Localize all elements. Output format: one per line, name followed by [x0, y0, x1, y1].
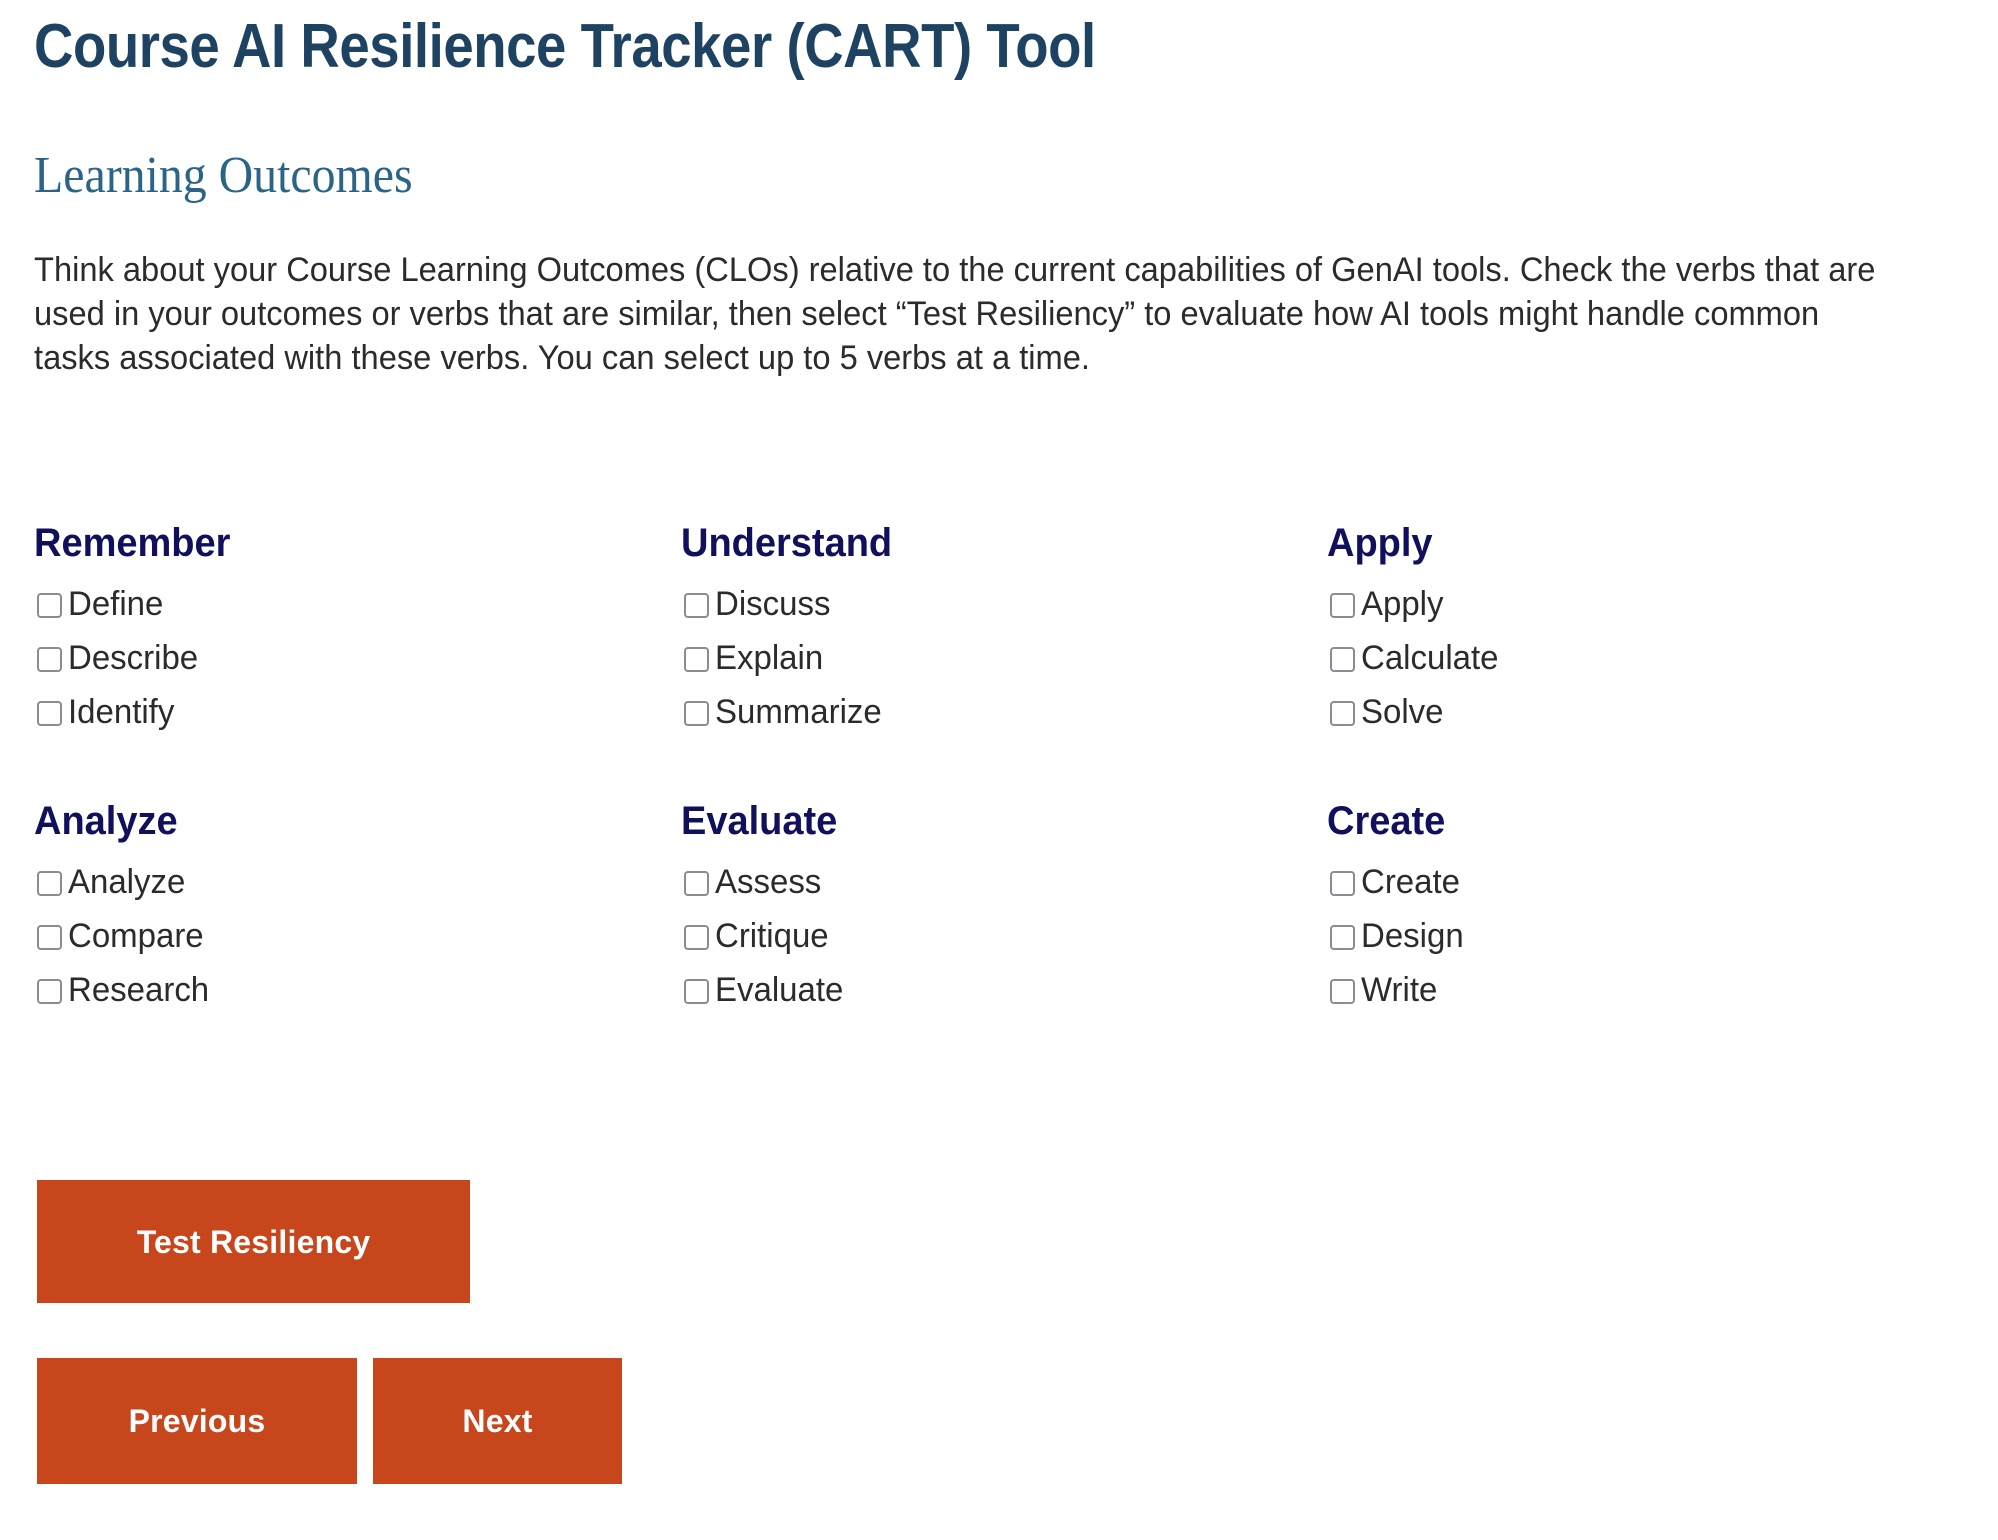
verb-checkbox-row[interactable]: Discuss	[681, 577, 1328, 631]
previous-button[interactable]: Previous	[37, 1358, 357, 1484]
verb-checkbox-row[interactable]: Solve	[1327, 685, 1974, 739]
checkbox-summarize[interactable]	[683, 700, 709, 726]
verb-label: Identify	[68, 693, 175, 731]
verb-label: Compare	[68, 917, 204, 955]
verb-checkbox-row[interactable]: Analyze	[34, 855, 681, 909]
checkbox-research[interactable]	[37, 978, 62, 1004]
verb-checkbox-row[interactable]: Design	[1327, 909, 1974, 963]
verb-checkbox-row[interactable]: Describe	[34, 631, 681, 685]
verb-checkbox-row[interactable]: Critique	[681, 909, 1328, 963]
verb-group-evaluate: Evaluate Assess Critique Evaluate	[681, 801, 1328, 1017]
checkbox-evaluate[interactable]	[683, 978, 709, 1004]
checkbox-create[interactable]	[1330, 870, 1356, 896]
checkbox-identify[interactable]	[37, 700, 62, 726]
verb-label: Discuss	[714, 585, 831, 623]
verb-label: Solve	[1361, 693, 1444, 731]
verb-label: Critique	[714, 917, 829, 955]
test-resiliency-button[interactable]: Test Resiliency	[37, 1180, 470, 1303]
page-title: Course AI Resilience Tracker (CART) Tool	[34, 12, 1096, 81]
checkbox-define[interactable]	[37, 592, 62, 618]
checkbox-assess[interactable]	[683, 870, 709, 896]
verb-group-remember: Remember Define Describe Identify	[34, 523, 681, 739]
verb-group-heading: Remember	[34, 521, 231, 565]
verb-label: Analyze	[68, 863, 186, 901]
verb-checkbox-row[interactable]: Define	[34, 577, 681, 631]
verb-label: Research	[68, 971, 210, 1009]
verb-checkbox-row[interactable]: Calculate	[1327, 631, 1974, 685]
next-button[interactable]: Next	[373, 1358, 622, 1484]
verb-group-create: Create Create Design Write	[1327, 801, 1974, 1017]
verb-checkbox-row[interactable]: Summarize	[681, 685, 1328, 739]
verb-checkbox-row[interactable]: Evaluate	[681, 963, 1328, 1017]
checkbox-describe[interactable]	[37, 646, 62, 672]
verb-group-heading: Evaluate	[680, 799, 837, 843]
section-heading-learning-outcomes: Learning Outcomes	[34, 147, 413, 204]
verb-label: Explain	[714, 639, 823, 677]
verb-checkbox-row[interactable]: Assess	[681, 855, 1328, 909]
verb-label: Create	[1361, 863, 1461, 901]
checkbox-discuss[interactable]	[683, 592, 709, 618]
checkbox-critique[interactable]	[683, 924, 709, 950]
checkbox-explain[interactable]	[683, 646, 709, 672]
verb-label: Assess	[714, 863, 821, 901]
checkbox-analyze[interactable]	[37, 870, 62, 896]
verb-label: Apply	[1361, 585, 1444, 623]
verb-checkbox-row[interactable]: Identify	[34, 685, 681, 739]
checkbox-compare[interactable]	[37, 924, 62, 950]
verb-group-analyze: Analyze Analyze Compare Research	[34, 801, 681, 1017]
verb-checkbox-row[interactable]: Write	[1327, 963, 1974, 1017]
verb-group-heading: Analyze	[34, 799, 178, 843]
verb-group-heading: Apply	[1327, 521, 1433, 565]
verb-label: Evaluate	[714, 971, 844, 1009]
verb-label: Summarize	[714, 693, 882, 731]
verb-selection-grid: Remember Define Describe Identify Understand…	[34, 523, 1974, 1017]
verb-checkbox-row[interactable]: Research	[34, 963, 681, 1017]
verb-label: Write	[1361, 971, 1438, 1009]
verb-group-understand: Understand Discuss Explain Summarize	[681, 523, 1328, 739]
verb-group-apply: Apply Apply Calculate Solve	[1327, 523, 1974, 739]
verb-checkbox-row[interactable]: Compare	[34, 909, 681, 963]
verb-group-heading: Understand	[680, 521, 892, 565]
verb-checkbox-row[interactable]: Apply	[1327, 577, 1974, 631]
checkbox-solve[interactable]	[1330, 700, 1356, 726]
verb-label: Calculate	[1361, 639, 1499, 677]
verb-label: Design	[1361, 917, 1464, 955]
verb-label: Define	[68, 585, 164, 623]
checkbox-design[interactable]	[1330, 924, 1356, 950]
verb-label: Describe	[68, 639, 199, 677]
verb-group-heading: Create	[1327, 799, 1446, 843]
verb-checkbox-row[interactable]: Create	[1327, 855, 1974, 909]
checkbox-apply[interactable]	[1330, 592, 1356, 618]
cart-tool-page: Course AI Resilience Tracker (CART) Tool…	[0, 0, 1998, 1540]
checkbox-write[interactable]	[1330, 978, 1356, 1004]
checkbox-calculate[interactable]	[1330, 646, 1356, 672]
verb-checkbox-row[interactable]: Explain	[681, 631, 1328, 685]
instructions-paragraph: Think about your Course Learning Outcome…	[34, 251, 1876, 378]
